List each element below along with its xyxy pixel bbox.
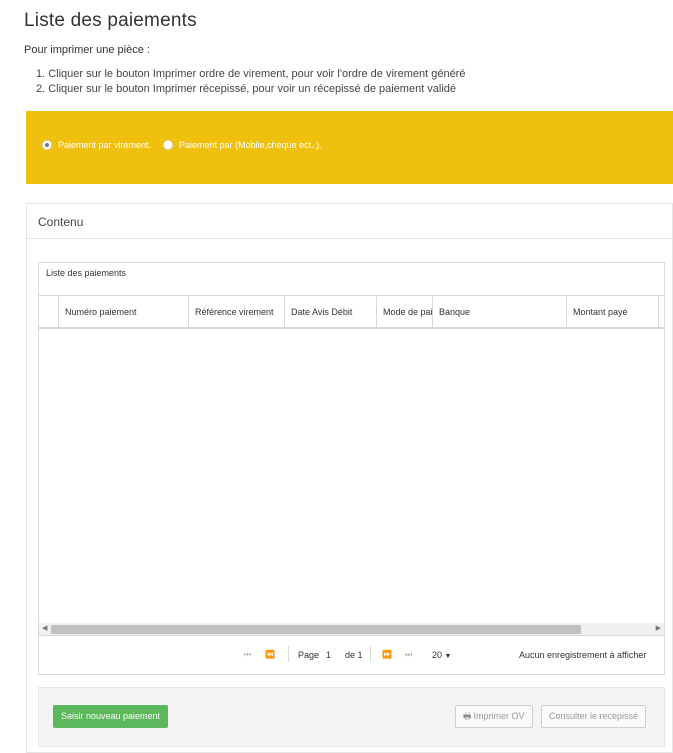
instruction-step: 2. Cliquer sur le bouton Imprimer récepi… — [36, 83, 457, 95]
row-selector-header[interactable] — [39, 296, 59, 327]
view-receipt-button[interactable]: Consulter le recepissé — [541, 705, 647, 728]
column-header-mode-paiement[interactable]: Mode de paiement — [377, 296, 433, 327]
grid-header: Numéro paiement Référence virement Date … — [39, 295, 664, 329]
panel-header: Contenu — [27, 204, 672, 239]
chevron-down-icon: ▼ — [444, 653, 452, 660]
column-header-montant-paye[interactable]: Montant payé — [567, 296, 659, 327]
new-payment-button[interactable]: Saisir nouveau paiement — [53, 705, 169, 728]
content-panel: Contenu Liste des paiements Numéro paiem… — [26, 203, 673, 753]
horizontal-scrollbar[interactable]: ◀ ▶ — [39, 623, 664, 635]
radio-virement[interactable] — [42, 140, 52, 150]
radio-mobile-cheque-label[interactable]: Paiement par (Mobile,cheque ect..). — [179, 140, 322, 150]
page-size-select[interactable]: 20 ▼ — [432, 650, 451, 660]
print-ov-label: Imprimer OV — [473, 711, 525, 721]
page-number-input[interactable]: 1 — [326, 650, 331, 660]
print-ov-button[interactable]: 🖶 Imprimer OV — [455, 705, 533, 728]
empty-records-message: Aucun enregistrement à afficher — [519, 650, 647, 660]
print-instructions-list: 1. Cliquer sur le bouton Imprimer ordre … — [36, 67, 465, 97]
page-size-value: 20 — [432, 650, 443, 660]
prev-page-icon[interactable]: ⏪ — [265, 650, 275, 659]
payment-type-selector: Paiement par virement. Paiement par (Mob… — [42, 140, 334, 150]
column-header-date-avis-debit[interactable]: Date Avis Débit — [285, 296, 377, 327]
grid-caption: Liste des paiements — [46, 268, 127, 278]
page-count: de 1 — [345, 650, 363, 660]
action-bar: Saisir nouveau paiement 🖶 Imprimer OV Con… — [38, 687, 665, 747]
next-page-icon[interactable]: ⏩ — [382, 650, 392, 659]
radio-virement-label[interactable]: Paiement par virement. — [58, 140, 151, 150]
scroll-left-icon[interactable]: ◀ — [42, 623, 47, 635]
last-page-icon[interactable]: ⏭ — [405, 650, 412, 660]
panel-title: Contenu — [38, 215, 84, 229]
column-header-numero-paiement[interactable]: Numéro paiement — [59, 296, 189, 327]
instruction-step: 1. Cliquer sur le bouton Imprimer ordre … — [36, 68, 466, 80]
column-header-reference-virement[interactable]: Référence virement — [189, 296, 285, 327]
print-instructions-intro: Pour imprimer une pièce : — [24, 44, 150, 56]
radio-mobile-cheque[interactable] — [163, 140, 174, 150]
first-page-icon[interactable]: ⏮ — [244, 650, 251, 660]
payments-grid: Liste des paiements Numéro paiement Réfé… — [38, 262, 665, 675]
column-header-banque[interactable]: Banque — [433, 296, 567, 327]
page-label: Page — [298, 650, 320, 660]
page-title: Liste des paiements — [24, 10, 197, 31]
grid-pager: ⏮ ⏪ Page 1 de 1 ⏩ ⏭ 20 ▼ Aucun enregistr… — [39, 635, 664, 675]
scroll-right-icon[interactable]: ▶ — [656, 623, 661, 635]
printer-icon: 🖶 — [463, 711, 472, 721]
scrollbar-thumb[interactable] — [51, 625, 581, 634]
